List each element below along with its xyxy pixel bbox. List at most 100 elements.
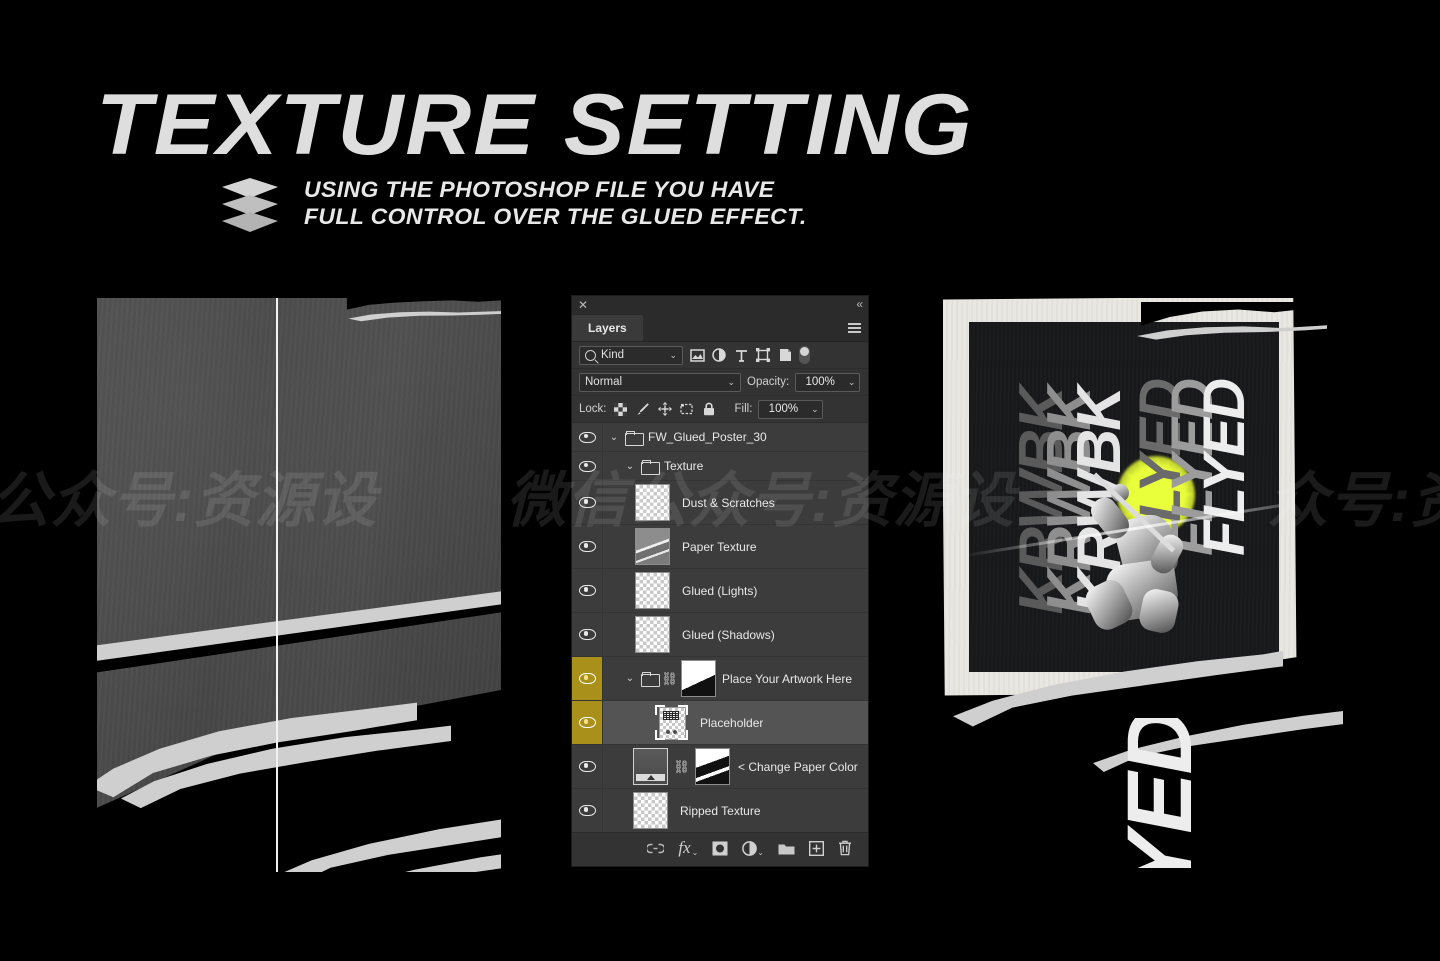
layer-visibility-toggle[interactable]: [572, 745, 603, 788]
layer-list: ⌄ FW_Glued_Poster_30 ⌄ Texture Dust & Sc…: [572, 423, 868, 832]
collapse-panel-icon[interactable]: «: [856, 297, 863, 312]
opacity-chevron-down-icon[interactable]: ⌄: [844, 372, 861, 392]
table-row[interactable]: Glued (Lights): [572, 569, 868, 613]
layer-visibility-toggle[interactable]: [572, 701, 603, 744]
pixel-layer-filter-icon[interactable]: [689, 347, 705, 363]
layer-body[interactable]: Paper Texture: [603, 528, 868, 565]
lock-position-icon[interactable]: [657, 401, 673, 417]
adjustment-thumbnail[interactable]: [633, 748, 668, 785]
filter-toggle-switch[interactable]: [799, 346, 810, 364]
eye-icon: [578, 805, 596, 816]
delete-layer-icon[interactable]: [838, 839, 852, 857]
search-icon: [585, 349, 596, 361]
adjustment-layer-filter-icon[interactable]: [711, 347, 727, 363]
eye-icon: [578, 541, 596, 552]
chevron-down-icon: ⌄: [669, 349, 677, 360]
layer-mask-thumbnail[interactable]: [681, 660, 716, 697]
layer-visibility-toggle[interactable]: [572, 452, 603, 480]
layer-style-fx-icon[interactable]: fx ⌄: [678, 839, 698, 857]
chevron-down-icon[interactable]: ⌄: [625, 673, 635, 684]
smart-object-thumbnail[interactable]: [655, 705, 688, 740]
table-row[interactable]: ⌄ Texture: [572, 452, 868, 481]
table-row[interactable]: ⌄ ⛓ Place Your Artwork Here: [572, 657, 868, 701]
subtitle-text: USING THE PHOTOSHOP FILE YOU HAVE FULL C…: [304, 176, 807, 231]
layer-body[interactable]: ⌄ FW_Glued_Poster_30: [603, 430, 868, 446]
blend-mode-select[interactable]: Normal ⌄: [579, 372, 741, 392]
folder-icon: [641, 459, 660, 475]
panel-titlebar: ✕ «: [572, 296, 868, 315]
layer-visibility-toggle[interactable]: [572, 481, 603, 524]
layer-thumbnail[interactable]: [635, 572, 670, 609]
lock-all-icon[interactable]: [701, 401, 717, 417]
layer-visibility-toggle[interactable]: [572, 423, 603, 451]
close-icon[interactable]: ✕: [578, 298, 588, 312]
layer-mask-thumbnail[interactable]: [695, 748, 730, 785]
layer-visibility-toggle[interactable]: [572, 569, 603, 612]
table-row[interactable]: Dust & Scratches: [572, 481, 868, 525]
panel-menu-icon[interactable]: [848, 323, 861, 333]
table-row[interactable]: Paper Texture: [572, 525, 868, 569]
panel-tabbar: Layers: [572, 315, 868, 342]
type-layer-filter-icon[interactable]: [733, 347, 749, 363]
chevron-down-icon[interactable]: ⌄: [625, 461, 635, 472]
layer-visibility-toggle[interactable]: [572, 789, 603, 832]
layer-thumbnail[interactable]: [635, 528, 670, 565]
link-layers-icon[interactable]: [647, 839, 665, 857]
fill-value[interactable]: 100%: [758, 399, 808, 419]
table-row[interactable]: ⛓ < Change Paper Color: [572, 745, 868, 789]
chevron-down-icon: ⌄: [727, 376, 735, 387]
layer-visibility-toggle[interactable]: [572, 613, 603, 656]
page-title: TEXTURE SETTING: [96, 77, 974, 173]
layer-body[interactable]: Glued (Lights): [603, 572, 868, 609]
blend-mode-value: Normal: [585, 376, 623, 388]
layer-name: Ripped Texture: [680, 803, 761, 818]
link-mask-icon[interactable]: ⛓: [661, 671, 678, 686]
lock-image-pixels-icon[interactable]: [635, 401, 651, 417]
poster-bottom-type-text: FLYED: [1113, 718, 1211, 868]
new-group-icon[interactable]: [778, 839, 795, 857]
opacity-value[interactable]: 100%: [795, 372, 845, 392]
add-layer-mask-icon[interactable]: [712, 839, 728, 857]
layer-body[interactable]: Dust & Scratches: [603, 484, 868, 521]
poster-type-main-right: FLYED: [1192, 380, 1257, 556]
layer-thumbnail[interactable]: [633, 792, 668, 829]
filter-kind-select[interactable]: Kind ⌄: [579, 345, 683, 365]
before-after-divider[interactable]: [276, 298, 278, 872]
paper-texture-preview: [97, 298, 501, 872]
layer-body[interactable]: ⌄ ⛓ Place Your Artwork Here: [603, 660, 868, 697]
layer-thumbnail[interactable]: [635, 616, 670, 653]
layer-name: Place Your Artwork Here: [722, 671, 853, 686]
shape-layer-filter-icon[interactable]: [755, 347, 771, 363]
layer-body[interactable]: ⛓ < Change Paper Color: [603, 748, 868, 785]
eye-icon: [578, 629, 596, 640]
chevron-down-icon[interactable]: ⌄: [609, 432, 619, 443]
lock-artboard-nesting-icon[interactable]: [679, 401, 695, 417]
layer-body[interactable]: ⌄ Texture: [603, 459, 868, 475]
layer-name: FW_Glued_Poster_30: [648, 430, 767, 444]
layer-thumbnail[interactable]: [635, 484, 670, 521]
lock-transparent-pixels-icon[interactable]: [613, 401, 629, 417]
tab-layers[interactable]: Layers: [572, 315, 643, 341]
table-row[interactable]: Ripped Texture: [572, 789, 868, 832]
table-row[interactable]: Placeholder: [572, 701, 868, 745]
link-mask-icon[interactable]: ⛓: [673, 759, 690, 774]
new-adjustment-layer-icon[interactable]: ⌄: [742, 839, 764, 857]
opacity-control[interactable]: 100% ⌄: [795, 372, 861, 392]
folder-icon: [641, 672, 660, 687]
fill-control[interactable]: 100% ⌄: [758, 399, 824, 419]
smart-object-filter-icon[interactable]: [777, 347, 793, 363]
layer-body[interactable]: Placeholder: [603, 705, 868, 740]
table-row[interactable]: Glued (Shadows): [572, 613, 868, 657]
new-layer-icon[interactable]: [809, 839, 824, 857]
layer-body[interactable]: Ripped Texture: [603, 792, 868, 829]
eye-icon: [578, 585, 596, 596]
layer-name: < Change Paper Color: [738, 759, 858, 774]
eye-icon: [578, 761, 596, 772]
layer-visibility-toggle[interactable]: [572, 657, 603, 700]
layer-body[interactable]: Glued (Shadows): [603, 616, 868, 653]
layer-visibility-toggle[interactable]: [572, 525, 603, 568]
table-row[interactable]: ⌄ FW_Glued_Poster_30: [572, 423, 868, 452]
fill-chevron-down-icon[interactable]: ⌄: [807, 399, 824, 419]
subtitle-block: USING THE PHOTOSHOP FILE YOU HAVE FULL C…: [222, 176, 806, 234]
eye-icon: [578, 717, 596, 728]
